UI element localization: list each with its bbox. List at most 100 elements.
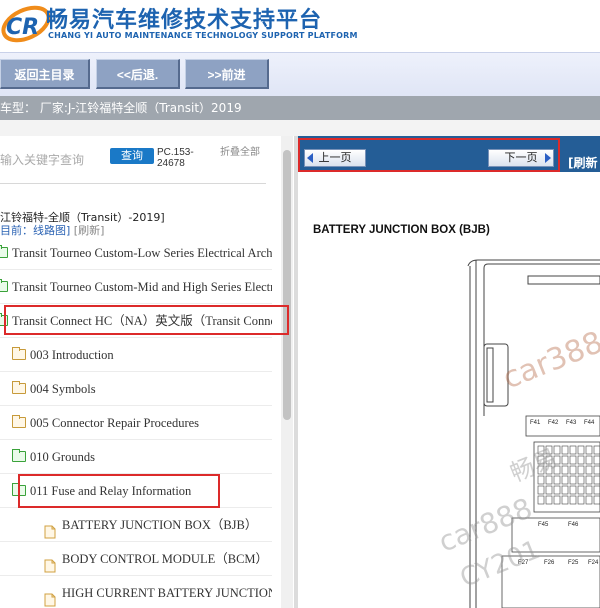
fuse-cell: [577, 465, 585, 475]
fuse-label: F26: [544, 560, 555, 566]
fuse-cell: [569, 475, 577, 485]
tree-item[interactable]: BODY CONTROL MODULE（BCM）: [0, 542, 272, 576]
tree-item-label: Transit Tourneo Custom-Low Series Electr…: [12, 246, 272, 260]
tree-item[interactable]: HIGH CURRENT BATTERY JUNCTION BOX: [0, 576, 272, 608]
tree-item[interactable]: BATTERY JUNCTION BOX（BJB）: [0, 508, 272, 542]
forward-button[interactable]: >>前进: [185, 59, 269, 89]
fuse-cell: [593, 455, 600, 465]
tree-item-label: BATTERY JUNCTION BOX（BJB）: [62, 518, 258, 532]
tree-item-label: 004 Symbols: [30, 382, 96, 396]
search-button[interactable]: 查询: [110, 148, 154, 164]
tree-item[interactable]: Transit Tourneo Custom-Low Series Electr…: [0, 236, 272, 270]
fuse-cell: [561, 495, 569, 505]
site-title: 畅易汽车维修技术支持平台: [46, 8, 323, 33]
collapse-all-link[interactable]: 折叠全部: [220, 147, 260, 158]
tree-item[interactable]: 005 Connector Repair Procedures: [0, 406, 272, 440]
page-icon: [44, 552, 58, 573]
logo: CR: [1, 5, 51, 43]
page-icon: [44, 586, 58, 607]
tree-item-label: 003 Introduction: [30, 348, 114, 362]
fuse-cell: [561, 475, 569, 485]
fuse-cell: [593, 465, 600, 475]
divider: [0, 183, 266, 184]
folder-green-icon: [12, 449, 26, 462]
fuse-cell: [585, 475, 593, 485]
logo-text: CR: [6, 15, 39, 40]
scrollbar-thumb[interactable]: [283, 150, 291, 420]
tree-item-label: 005 Connector Repair Procedures: [30, 416, 200, 430]
viewer-refresh-link[interactable]: [刷新: [568, 154, 598, 171]
spacer: [0, 120, 600, 136]
fuse-cell: [585, 465, 593, 475]
fuse-cell: [585, 495, 593, 505]
folder-green-icon: [0, 279, 8, 292]
tree-item-label: HIGH CURRENT BATTERY JUNCTION BOX: [62, 586, 272, 600]
fuse-cell: [569, 455, 577, 465]
folder-icon: [12, 381, 26, 394]
fuse-label: F45: [538, 522, 549, 528]
home-button[interactable]: 返回主目录: [0, 59, 90, 89]
fuse-cell: [545, 475, 553, 485]
tree-item[interactable]: 010 Grounds: [0, 440, 272, 474]
fuse-label: F41: [530, 420, 541, 426]
model-text: 车型： 厂家:J-江铃福特全顺（Transit）2019: [0, 101, 242, 115]
folder-green-icon: [0, 245, 8, 258]
fuse-cell: [577, 455, 585, 465]
fuse-cell: [577, 485, 585, 495]
fuse-cell: [553, 475, 561, 485]
document-title: BATTERY JUNCTION BOX (BJB): [313, 224, 490, 236]
fuse-cell: [569, 445, 577, 455]
fuse-cell: [585, 445, 593, 455]
fuse-cell: [585, 485, 593, 495]
search-input[interactable]: 输入关键字查询: [0, 151, 84, 168]
fuse-cell: [561, 465, 569, 475]
fuse-cell: [553, 495, 561, 505]
fuse-cell: [577, 495, 585, 505]
highlight-box-fuse-relay: [18, 474, 220, 508]
folder-icon: [12, 415, 26, 428]
toolbar: 返回主目录 <<后退. >>前进: [0, 52, 600, 97]
model-bar: 车型： 厂家:J-江铃福特全顺（Transit）2019: [0, 96, 600, 120]
fuse-cell: [537, 495, 545, 505]
fuse-cell: [545, 485, 553, 495]
fuse-cell: [593, 445, 600, 455]
fuse-cell: [553, 485, 561, 495]
fuse-cell: [593, 495, 600, 505]
fuse-cell: [585, 455, 593, 465]
tree-item[interactable]: 004 Symbols: [0, 372, 272, 406]
fuse-cell: [561, 485, 569, 495]
tree-item-label: Transit Tourneo Custom-Mid and High Seri…: [12, 280, 272, 294]
pc-code: PC.153-24678: [157, 147, 194, 169]
fuse-cell: [577, 475, 585, 485]
folder-icon: [12, 347, 26, 360]
tree-item[interactable]: Transit Tourneo Custom-Mid and High Seri…: [0, 270, 272, 304]
tree-panel: 输入关键字查询 查询 PC.153-24678 折叠全部 江铃福特-全顺（Tra…: [0, 136, 280, 608]
back-button[interactable]: <<后退.: [96, 59, 180, 89]
fuse-label: F43: [566, 420, 577, 426]
site-subtitle: CHANG YI AUTO MAINTENANCE TECHNOLOGY SUP…: [48, 31, 358, 40]
fuse-label: F24: [588, 560, 599, 566]
page-icon: [44, 518, 58, 539]
fuse-cell: [537, 485, 545, 495]
fuse-cell: [569, 495, 577, 505]
fuse-cell: [577, 445, 585, 455]
fuse-cell: [545, 495, 553, 505]
fuse-label: F42: [548, 420, 559, 426]
fuse-cell: [569, 465, 577, 475]
fuse-label: F25: [568, 560, 579, 566]
fuse-label: F44: [584, 420, 595, 426]
fuse-cell: [593, 475, 600, 485]
fuse-cell: [553, 445, 561, 455]
fuse-cell: [561, 455, 569, 465]
viewer-panel: 上一页 下一页 [刷新 BATTERY JUNCTION BOX (BJB) F…: [298, 136, 600, 608]
tree-item[interactable]: 003 Introduction: [0, 338, 272, 372]
tree-item-label: 010 Grounds: [30, 450, 95, 464]
fuse-cell: [593, 485, 600, 495]
header: CR 畅易汽车维修技术支持平台 CHANG YI AUTO MAINTENANC…: [0, 0, 600, 52]
tree-item-label: BODY CONTROL MODULE（BCM）: [62, 552, 269, 566]
fuse-cell: [561, 445, 569, 455]
fuse-label: F46: [568, 522, 579, 528]
highlight-box-transit-connect: [4, 305, 289, 335]
highlight-box-nav: [298, 138, 560, 172]
fuse-cell: [569, 485, 577, 495]
